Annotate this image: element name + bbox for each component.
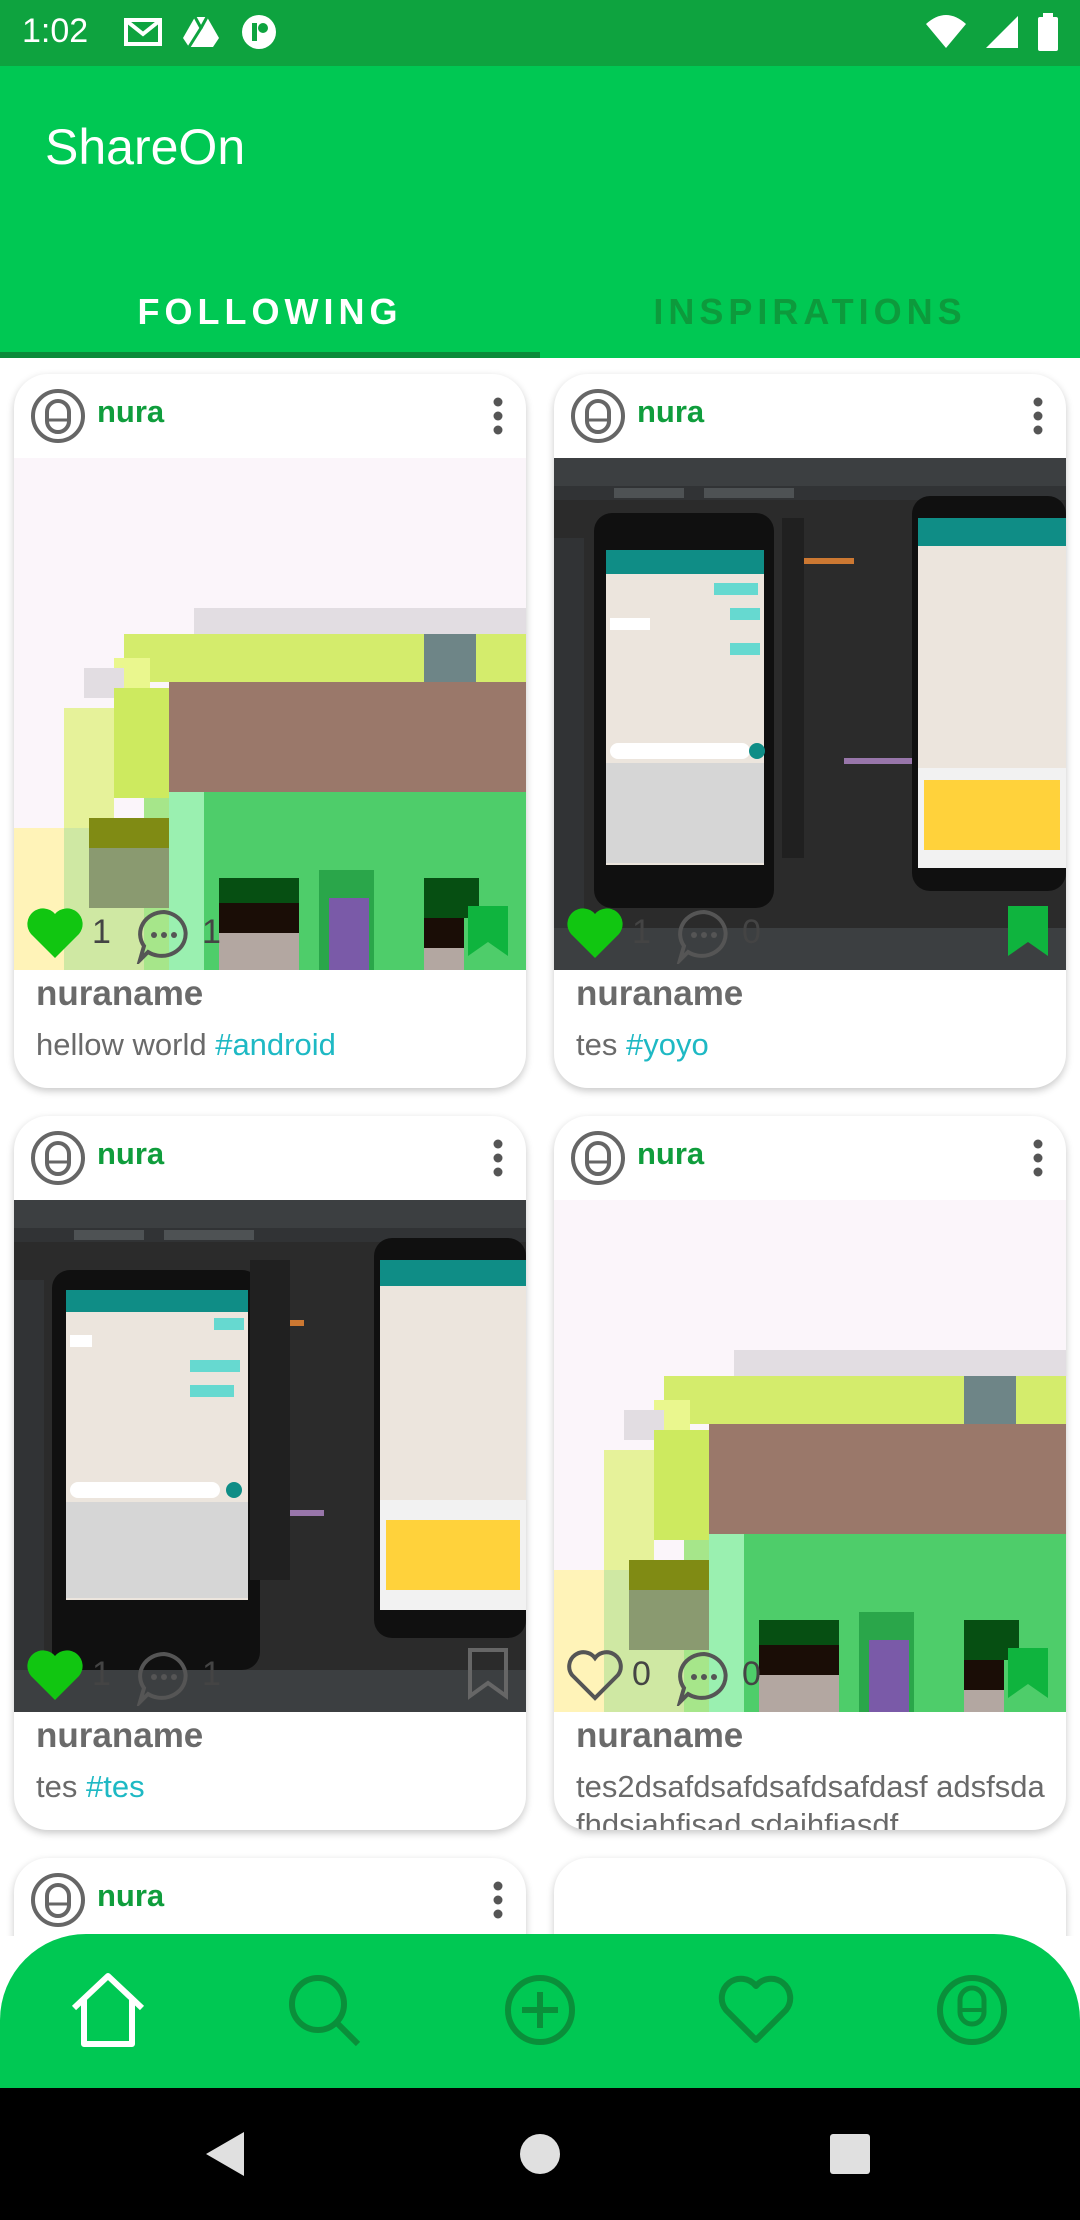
post-username[interactable]: nura — [637, 394, 704, 430]
post-card[interactable]: nura — [14, 374, 526, 1088]
wifi-icon — [924, 12, 968, 57]
post-author-name: nuraname — [576, 974, 744, 1013]
post-username[interactable]: nura — [97, 1878, 164, 1914]
like-filled-icon[interactable] — [26, 906, 84, 960]
post-header: nura — [14, 374, 526, 458]
home-circle-icon[interactable] — [510, 2124, 570, 2184]
post-card[interactable]: nura — [14, 1116, 526, 1830]
post-caption: tes #tes — [36, 1768, 508, 1806]
comment-icon[interactable] — [674, 906, 734, 964]
avatar[interactable] — [30, 1872, 86, 1928]
bookmark-filled-icon[interactable] — [462, 902, 514, 960]
profile-icon[interactable] — [922, 1960, 1022, 2060]
avatar[interactable] — [570, 388, 626, 444]
post-header: nura — [554, 374, 1066, 458]
post-actions: 1 1 — [14, 1200, 526, 1712]
post-image[interactable]: 1 0 — [554, 458, 1066, 970]
tab-bar: FOLLOWING INSPIRATIONS — [0, 266, 1080, 358]
post-image[interactable]: 0 0 — [554, 1200, 1066, 1712]
recents-icon[interactable] — [820, 2124, 880, 2184]
avatar[interactable] — [30, 388, 86, 444]
bottom-navigation — [0, 1934, 1080, 2088]
avatar[interactable] — [570, 1130, 626, 1186]
post-image[interactable]: 1 1 — [14, 458, 526, 970]
post-actions: 1 1 — [14, 458, 526, 970]
tab-inspirations[interactable]: INSPIRATIONS — [540, 266, 1080, 358]
comment-icon[interactable] — [134, 906, 194, 964]
like-filled-icon[interactable] — [566, 906, 624, 960]
comment-count: 1 — [202, 1655, 221, 1693]
post-header: nura — [14, 1116, 526, 1200]
caption-text: hellow world — [36, 1027, 216, 1062]
app-bar: ShareOn FOLLOWING INSPIRATIONS — [0, 66, 1080, 358]
post-caption: tes2dsafdsafdsafdsafdasf adsfsda fhdsjah… — [576, 1768, 1048, 1830]
clock: 1:02 — [22, 12, 89, 50]
gmail-icon — [124, 14, 162, 50]
hashtag[interactable]: #tes — [86, 1769, 145, 1804]
bookmark-filled-icon[interactable] — [1002, 902, 1054, 960]
add-post-icon[interactable] — [490, 1960, 590, 2060]
more-options-icon[interactable] — [486, 1134, 510, 1182]
post-author-name: nuraname — [36, 1716, 204, 1755]
signal-icon — [982, 12, 1022, 57]
hashtag[interactable]: #yoyo — [626, 1027, 709, 1062]
post-author-name: nuraname — [576, 1716, 744, 1755]
comment-count: 1 — [202, 913, 221, 951]
post-card[interactable]: nura — [554, 1116, 1066, 1830]
caption-text: tes2dsafdsafdsafdsafdasf adsfsda fhdsjah… — [576, 1769, 1045, 1830]
post-actions: 1 0 — [554, 458, 1066, 970]
more-options-icon[interactable] — [1026, 1134, 1050, 1182]
like-outline-icon[interactable] — [566, 1648, 624, 1702]
app-title: ShareOn — [45, 119, 246, 175]
like-filled-icon[interactable] — [26, 1648, 84, 1702]
more-options-icon[interactable] — [486, 392, 510, 440]
post-author-name: nuraname — [36, 974, 204, 1013]
app-notification-icon — [240, 14, 278, 50]
post-username[interactable]: nura — [97, 1136, 164, 1172]
post-header: nura — [14, 1858, 526, 1936]
post-card[interactable] — [554, 1858, 1066, 1936]
more-options-icon[interactable] — [1026, 392, 1050, 440]
status-bar: 1:02 — [0, 0, 1080, 66]
caption-text: tes — [576, 1027, 626, 1062]
comment-count: 0 — [742, 1655, 761, 1693]
bookmark-filled-icon[interactable] — [1002, 1644, 1054, 1702]
like-count: 1 — [632, 913, 651, 951]
post-body: nuraname tes #yoyo — [576, 974, 1048, 1064]
post-caption: hellow world #android — [36, 1026, 508, 1064]
system-navigation-bar — [0, 2088, 1080, 2220]
avatar[interactable] — [30, 1130, 86, 1186]
comment-icon[interactable] — [674, 1648, 734, 1706]
post-image[interactable]: 1 1 — [14, 1200, 526, 1712]
comment-icon[interactable] — [134, 1648, 194, 1706]
comment-count: 0 — [742, 913, 761, 951]
post-caption: tes #yoyo — [576, 1026, 1048, 1064]
caption-text: tes — [36, 1769, 86, 1804]
battery-icon — [1036, 12, 1060, 57]
post-header: nura — [554, 1116, 1066, 1200]
post-card[interactable]: nura — [14, 1858, 526, 1936]
tab-following[interactable]: FOLLOWING — [0, 266, 540, 358]
back-icon[interactable] — [196, 2124, 256, 2184]
post-card[interactable]: nura — [554, 374, 1066, 1088]
hashtag[interactable]: #android — [215, 1027, 336, 1062]
home-icon[interactable] — [58, 1960, 158, 2060]
favorites-icon[interactable] — [706, 1960, 806, 2060]
like-count: 0 — [632, 1655, 651, 1693]
search-icon[interactable] — [274, 1960, 374, 2060]
post-username[interactable]: nura — [637, 1136, 704, 1172]
bookmark-outline-icon[interactable] — [462, 1644, 514, 1702]
post-body: nuraname tes #tes — [36, 1716, 508, 1806]
post-actions: 0 0 — [554, 1200, 1066, 1712]
post-username[interactable]: nura — [97, 394, 164, 430]
more-options-icon[interactable] — [486, 1876, 510, 1924]
post-body: nuraname hellow world #android — [36, 974, 508, 1064]
post-feed[interactable]: nura 1 1 nuraname hellow world #android … — [0, 358, 1080, 1936]
drive-icon — [182, 14, 220, 50]
like-count: 1 — [92, 1655, 111, 1693]
like-count: 1 — [92, 913, 111, 951]
post-body: nuraname tes2dsafdsafdsafdsafdasf adsfsd… — [576, 1716, 1048, 1830]
